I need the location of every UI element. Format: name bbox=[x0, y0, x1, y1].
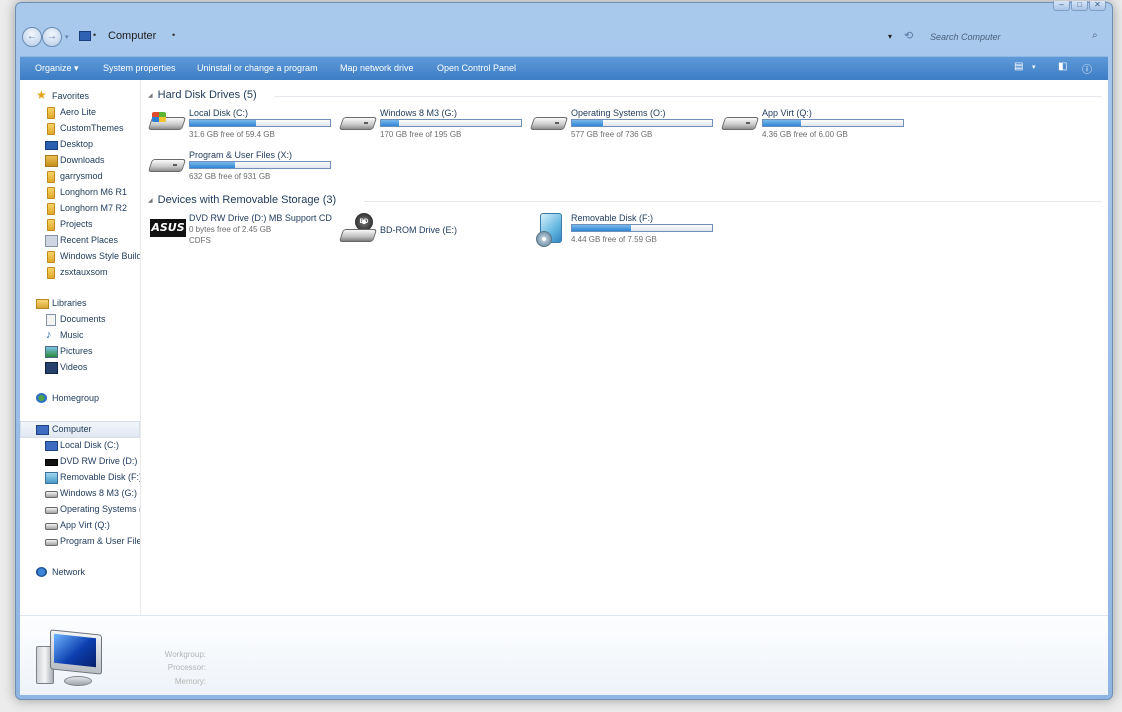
details-pane: Workgroup: Processor: Memory: bbox=[20, 615, 1108, 695]
recent-pages-dropdown[interactable]: ▾ bbox=[65, 33, 69, 41]
usage-bar bbox=[380, 119, 522, 127]
forward-button[interactable]: → bbox=[42, 27, 62, 47]
homegroup-icon bbox=[36, 393, 47, 403]
group-header-removable[interactable]: ◢ Devices with Removable Storage (3) bbox=[148, 194, 336, 206]
hard-drive-icon bbox=[338, 112, 378, 130]
back-arrow-icon: ← bbox=[27, 31, 37, 42]
group-divider bbox=[274, 96, 1102, 97]
view-dropdown-icon[interactable]: ▾ bbox=[1032, 63, 1036, 71]
group-divider bbox=[364, 201, 1102, 202]
forward-arrow-icon: → bbox=[47, 31, 57, 42]
collapse-triangle-icon[interactable]: ◢ bbox=[148, 198, 153, 204]
downloads-icon bbox=[45, 155, 58, 167]
hard-drive-icon bbox=[720, 112, 760, 130]
hard-drive-icon bbox=[147, 154, 187, 172]
drive-tile-q[interactable]: App Virt (Q:) 4.36 GB free of 6.00 GB bbox=[720, 108, 913, 148]
breadcrumb-chevron-icon[interactable]: • bbox=[93, 30, 96, 40]
folder-icon bbox=[47, 219, 55, 231]
address-bar: ← → ▾ • Computer • ▾ ⟲ ⌕ bbox=[22, 27, 1112, 51]
computer-icon bbox=[36, 425, 49, 435]
removable-disk-icon bbox=[536, 213, 562, 247]
hard-drive-icon bbox=[529, 112, 569, 130]
search-input[interactable] bbox=[922, 27, 1112, 47]
uninstall-program-button[interactable]: Uninstall or change a program bbox=[197, 63, 318, 73]
asus-logo-icon: ASUS bbox=[150, 219, 186, 237]
system-properties-button[interactable]: System properties bbox=[103, 63, 176, 73]
change-view-icon[interactable]: ▤ bbox=[1014, 61, 1023, 72]
usage-bar-fill bbox=[763, 120, 801, 126]
hard-drive-icon bbox=[45, 507, 58, 514]
drive-tile-g[interactable]: Windows 8 M3 (G:) 170 GB free of 195 GB bbox=[338, 108, 531, 148]
usage-bar-fill bbox=[190, 120, 256, 126]
drive-tile-f[interactable]: Removable Disk (F:) 4.44 GB free of 7.59… bbox=[532, 213, 722, 253]
map-network-drive-button[interactable]: Map network drive bbox=[340, 63, 414, 73]
drive-tile-d[interactable]: ASUS DVD RW Drive (D:) MB Support CD 0 b… bbox=[150, 213, 340, 253]
workgroup-label: Workgroup: bbox=[164, 650, 206, 659]
content-area: ★ Favorites Aero Lite CustomThemes Deskt… bbox=[20, 80, 1108, 695]
music-icon: ♪ bbox=[46, 329, 52, 341]
caption-buttons: – □ ✕ bbox=[1053, 1, 1106, 11]
folder-icon bbox=[47, 123, 55, 135]
bd-rom-icon: BD bbox=[338, 213, 378, 245]
folder-icon bbox=[47, 187, 55, 199]
computer-icon bbox=[79, 31, 91, 41]
maximize-button[interactable]: □ bbox=[1071, 1, 1088, 11]
drive-tile-e[interactable]: BD BD-ROM Drive (E:) bbox=[338, 213, 531, 253]
open-control-panel-button[interactable]: Open Control Panel bbox=[437, 63, 516, 73]
usage-bar bbox=[189, 161, 331, 169]
folder-icon bbox=[47, 251, 55, 263]
folder-icon bbox=[47, 203, 55, 215]
organize-menu[interactable]: Organize ▾ bbox=[35, 63, 79, 74]
breadcrumb-chevron-icon[interactable]: • bbox=[172, 30, 175, 40]
documents-icon bbox=[46, 314, 56, 326]
local-disk-icon bbox=[147, 112, 187, 130]
file-list: ◢ Hard Disk Drives (5) Local Disk (C:) 31… bbox=[144, 80, 1104, 615]
usage-bar-fill bbox=[381, 120, 400, 126]
dvd-drive-icon bbox=[45, 459, 58, 466]
minimize-button[interactable]: – bbox=[1053, 1, 1070, 11]
usage-bar bbox=[571, 119, 713, 127]
usage-bar bbox=[762, 119, 904, 127]
back-button[interactable]: ← bbox=[22, 27, 42, 47]
drive-tile-x[interactable]: Program & User Files (X:) 632 GB free of… bbox=[147, 150, 340, 190]
usage-bar-fill bbox=[572, 225, 631, 231]
computer-large-icon bbox=[36, 629, 108, 690]
address-dropdown[interactable]: ▾ bbox=[888, 32, 892, 41]
hard-drive-icon bbox=[45, 539, 58, 546]
pictures-icon bbox=[45, 346, 58, 358]
help-icon[interactable]: ⓘ bbox=[1082, 61, 1092, 76]
drive-tile-o[interactable]: Operating Systems (O:) 577 GB free of 73… bbox=[529, 108, 722, 148]
explorer-window: – □ ✕ ← → ▾ • Computer • ▾ ⟲ ⌕ Organize … bbox=[15, 1, 1113, 700]
videos-icon bbox=[45, 362, 58, 374]
usage-bar bbox=[571, 224, 713, 232]
processor-label: Processor: bbox=[167, 663, 206, 672]
star-icon: ★ bbox=[36, 88, 47, 102]
drive-tile-c[interactable]: Local Disk (C:) 31.6 GB free of 59.4 GB bbox=[147, 108, 340, 148]
navigation-pane: ★ Favorites Aero Lite CustomThemes Deskt… bbox=[20, 80, 141, 615]
local-disk-icon bbox=[45, 441, 58, 451]
close-button[interactable]: ✕ bbox=[1089, 1, 1106, 11]
usage-bar bbox=[189, 119, 331, 127]
refresh-icon[interactable]: ⟲ bbox=[904, 29, 913, 42]
preview-pane-icon[interactable]: ◧ bbox=[1058, 61, 1067, 72]
nav-computer[interactable]: Computer bbox=[20, 421, 140, 438]
desktop-icon bbox=[45, 141, 58, 150]
removable-disk-icon bbox=[45, 472, 58, 484]
network-icon bbox=[36, 567, 47, 577]
folder-icon bbox=[47, 107, 55, 119]
usage-bar-fill bbox=[572, 120, 603, 126]
collapse-triangle-icon[interactable]: ◢ bbox=[148, 93, 153, 99]
folder-icon bbox=[47, 171, 55, 183]
search-icon[interactable]: ⌕ bbox=[1092, 30, 1098, 41]
group-header-hdd[interactable]: ◢ Hard Disk Drives (5) bbox=[148, 89, 257, 101]
hard-drive-icon bbox=[45, 523, 58, 530]
folder-icon bbox=[47, 267, 55, 279]
memory-label: Memory: bbox=[174, 677, 206, 686]
recent-places-icon bbox=[45, 235, 58, 247]
breadcrumb-computer[interactable]: Computer bbox=[108, 30, 156, 42]
libraries-icon bbox=[36, 299, 49, 309]
command-bar: Organize ▾ System properties Uninstall o… bbox=[20, 56, 1108, 80]
usage-bar-fill bbox=[190, 162, 235, 168]
hard-drive-icon bbox=[45, 491, 58, 498]
